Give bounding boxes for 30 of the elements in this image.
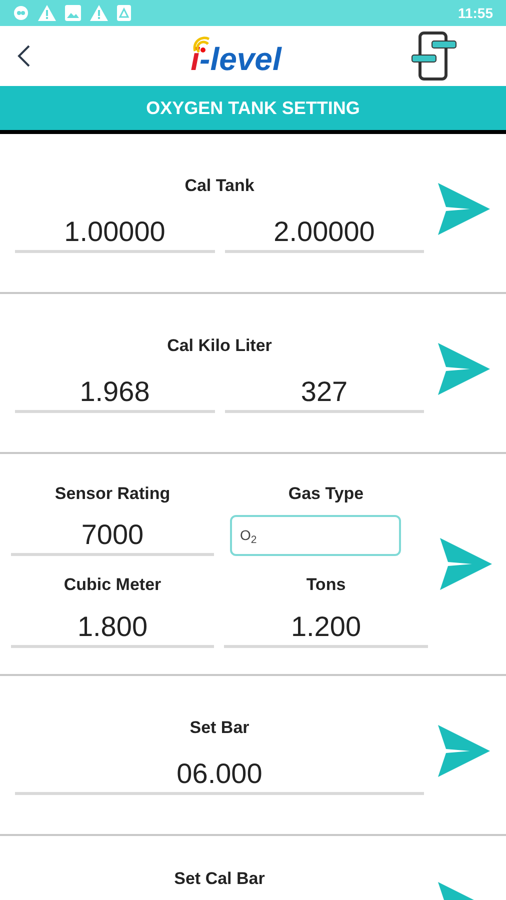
- field-label: Tons: [306, 574, 346, 596]
- send-icon[interactable]: [436, 725, 490, 777]
- image-icon: [65, 5, 81, 21]
- value-field[interactable]: 1.200: [224, 608, 428, 648]
- value-field[interactable]: 06.000: [15, 750, 424, 795]
- notification-icon: [13, 5, 29, 21]
- warning-icon: [90, 5, 108, 21]
- page-title: OXYGEN TANK SETTING: [146, 96, 360, 120]
- field-label: Cal Kilo Liter: [167, 335, 272, 358]
- back-icon[interactable]: [16, 44, 32, 68]
- field-label: Gas Type: [288, 482, 364, 504]
- field-label: Cubic Meter: [64, 574, 162, 596]
- phone-chat-icon[interactable]: [410, 31, 458, 81]
- warning-icon: [38, 5, 56, 21]
- value-field[interactable]: 1.968: [15, 368, 214, 413]
- status-time: 11:55: [458, 4, 493, 22]
- app-icon: [117, 5, 131, 21]
- gas-type-field[interactable]: O$_{2}$: [230, 515, 401, 556]
- field-label: Set Cal Bar: [174, 868, 265, 890]
- field-label: Cal Tank: [184, 175, 254, 198]
- send-icon[interactable]: [436, 343, 490, 395]
- field-label: Set Bar: [190, 717, 250, 740]
- send-icon[interactable]: [438, 538, 492, 590]
- value-field[interactable]: 1.00000: [15, 208, 214, 253]
- field-label: Sensor Rating: [54, 482, 170, 505]
- send-icon[interactable]: [436, 183, 490, 235]
- value-field[interactable]: 7000: [11, 516, 214, 556]
- value-field[interactable]: 327: [224, 368, 424, 413]
- value-field[interactable]: 1.800: [11, 608, 214, 648]
- value-field[interactable]: 2.00000: [224, 208, 424, 253]
